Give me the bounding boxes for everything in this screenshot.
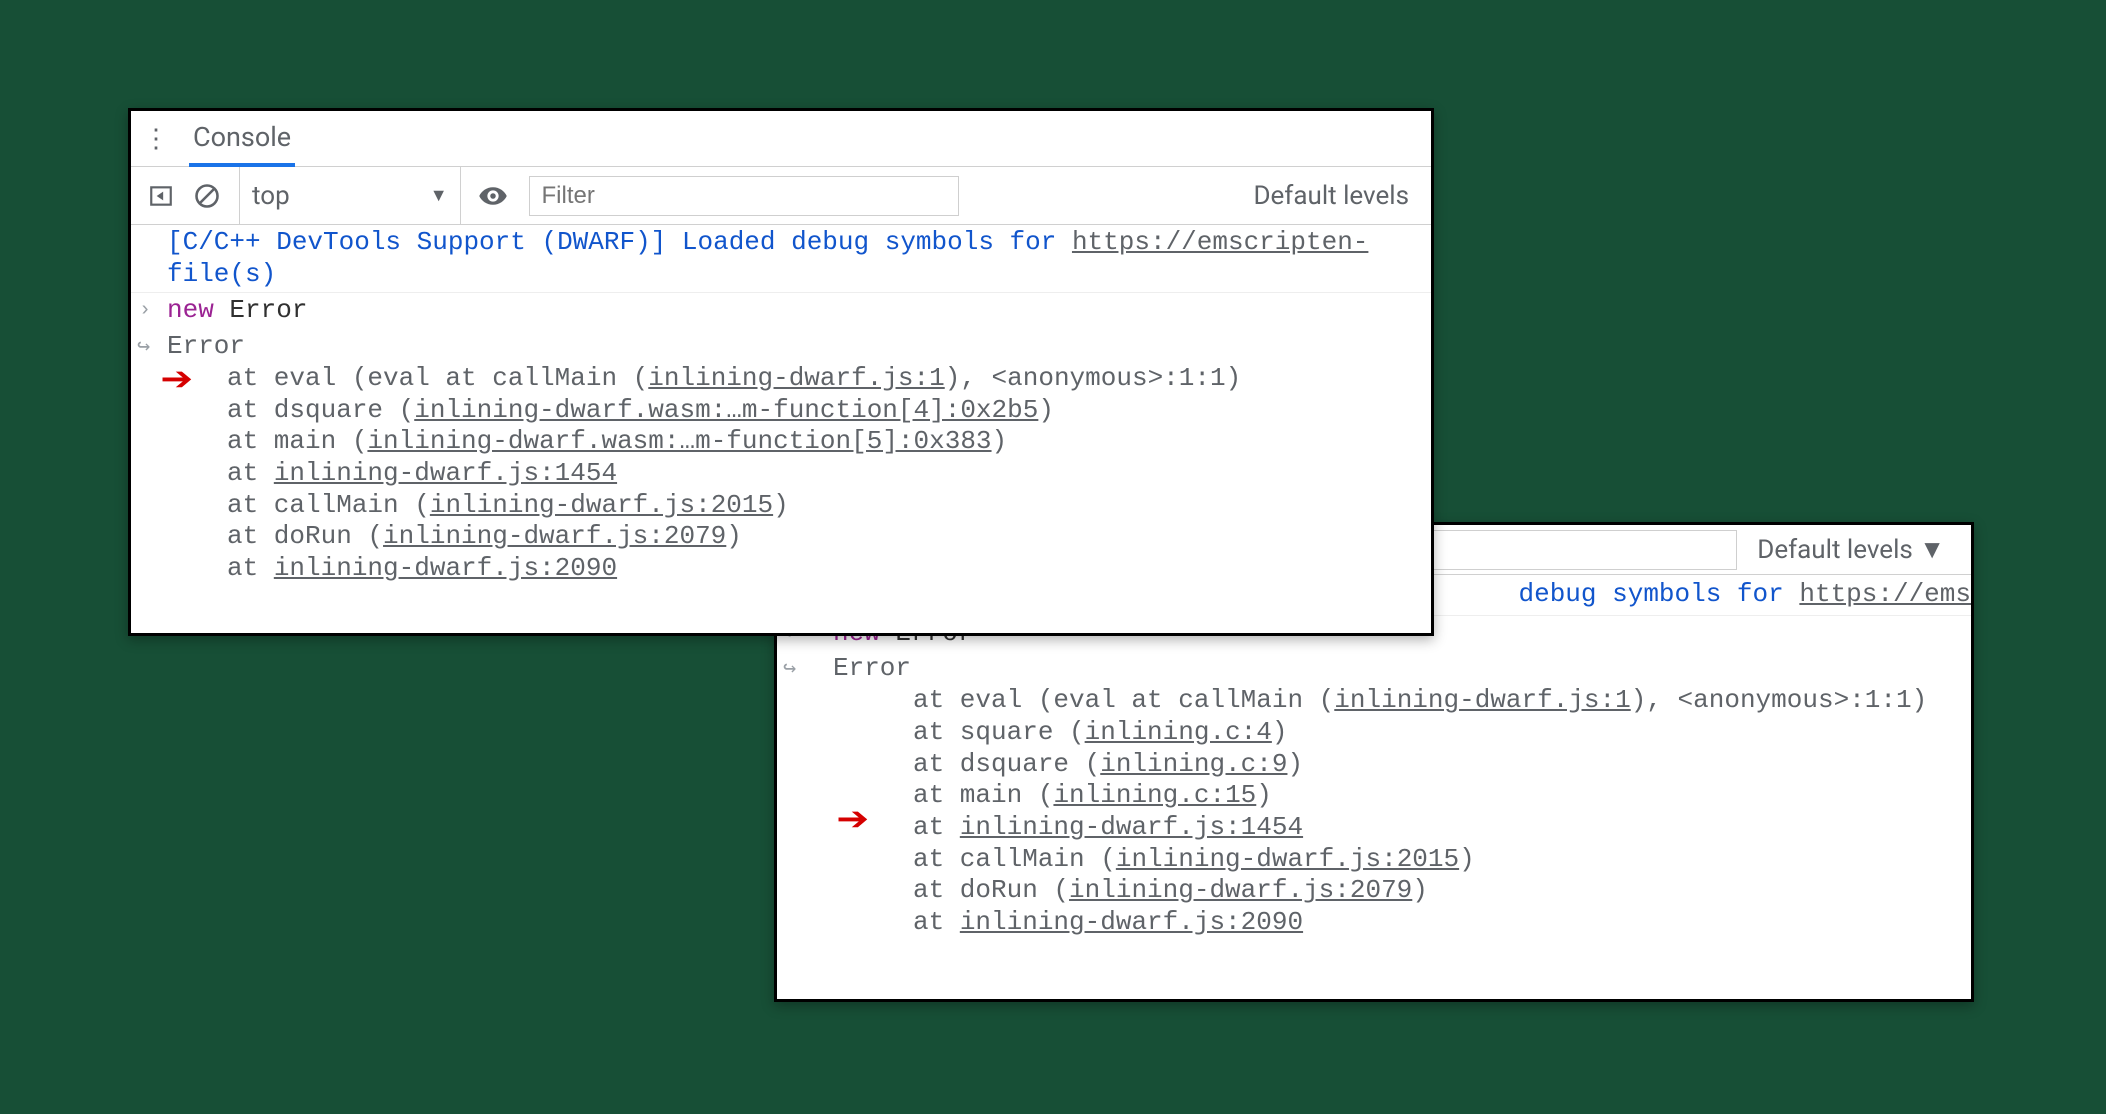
stack-text: at callMain ( (913, 844, 1116, 874)
stack-frame: at callMain (inlining-dwarf.js:2015) (167, 490, 1431, 522)
source-link[interactable]: inlining-dwarf.js:2015 (430, 490, 773, 520)
stack-frame: at doRun (inlining-dwarf.js:2079) (833, 875, 1971, 907)
source-link[interactable]: inlining-dwarf.js:1 (1334, 685, 1630, 715)
tab-console[interactable]: Console (189, 111, 295, 167)
stack-text: at dsquare ( (913, 749, 1100, 779)
stack-frame: at inlining-dwarf.js:1454 (833, 812, 1971, 844)
input-rest: Error (214, 295, 308, 325)
stack-text: at doRun ( (227, 521, 383, 551)
annotation-arrow-icon: ➔ (836, 799, 869, 845)
stack-text: at eval (eval at callMain ( (913, 685, 1334, 715)
source-link[interactable]: inlining.c:15 (1053, 780, 1256, 810)
stack-frame: at inlining-dwarf.js:2090 (833, 907, 1971, 939)
source-link[interactable]: inlining-dwarf.js:2090 (960, 907, 1303, 937)
info-message: [C/C++ DevTools Support (DWARF)] Loaded … (131, 225, 1431, 293)
console-messages: [C/C++ DevTools Support (DWARF)] Loaded … (131, 225, 1431, 587)
source-link[interactable]: inlining-dwarf.js:1 (648, 363, 944, 393)
annotation-arrow-icon: ➔ (160, 359, 193, 405)
source-link[interactable]: inlining-dwarf.js:1454 (274, 458, 617, 488)
stack-text: at main ( (913, 780, 1053, 810)
stack-text: at square ( (913, 717, 1085, 747)
log-levels-dropdown[interactable]: Default levels (1253, 181, 1421, 211)
stack-frame: at inlining-dwarf.js:2090 (167, 553, 1431, 585)
stack-frame: at square (inlining.c:4) (833, 717, 1971, 749)
log-levels-dropdown[interactable]: Default levels ▼ (1757, 534, 1957, 565)
context-label: top (252, 181, 290, 211)
stack-frame: at eval (eval at callMain (inlining-dwar… (167, 363, 1431, 395)
info-text: debug symbols for (1519, 579, 1800, 609)
stack-text: at (227, 458, 274, 488)
stack-frame: at dsquare (inlining-dwarf.wasm:…m-funct… (167, 395, 1431, 427)
stack-text: at eval (eval at callMain ( (227, 363, 648, 393)
stack-text: ) (726, 521, 742, 551)
stack-text: ) (1412, 875, 1428, 905)
info-link[interactable]: https://ems (1799, 579, 1971, 609)
stack-frame: at doRun (inlining-dwarf.js:2079) (167, 521, 1431, 553)
stack-text: ) (773, 490, 789, 520)
stack-frame: at main (inlining.c:15) (833, 780, 1971, 812)
stack-text: ), <anonymous>:1:1) (945, 363, 1241, 393)
console-output: ↩ Error at eval (eval at callMain (inlin… (777, 651, 1971, 938)
source-link[interactable]: inlining-dwarf.wasm:…m-function[4]:0x2b5 (414, 395, 1038, 425)
info-text: [C/C++ DevTools Support (DWARF)] Loaded … (167, 227, 1072, 257)
context-selector[interactable]: top ▼ (239, 167, 461, 224)
source-link[interactable]: inlining-dwarf.js:1454 (960, 812, 1303, 842)
stack-text: at (913, 907, 960, 937)
devtools-console-panel-before: ⋮ Console top ▼ Default levels [C/C++ De… (128, 108, 1434, 636)
source-link[interactable]: inlining-dwarf.js:2079 (1069, 875, 1412, 905)
source-link[interactable]: inlining.c:9 (1100, 749, 1287, 779)
output-return-icon: ↩ (783, 657, 796, 684)
show-sidebar-icon[interactable] (141, 176, 181, 216)
source-link[interactable]: inlining-dwarf.js:2015 (1116, 844, 1459, 874)
input-chevron-icon: › (139, 299, 151, 323)
source-link[interactable]: inlining-dwarf.js:2079 (383, 521, 726, 551)
stack-text: ), <anonymous>:1:1) (1631, 685, 1927, 715)
info-link[interactable]: https://emscripten- (1072, 227, 1368, 257)
stack-frame: at callMain (inlining-dwarf.js:2015) (833, 844, 1971, 876)
stack-text: ) (1287, 749, 1303, 779)
console-output: ↩ Error at eval (eval at callMain (inlin… (131, 329, 1431, 587)
tab-bar: ⋮ Console (131, 111, 1431, 167)
stack-text: ) (1038, 395, 1054, 425)
source-link[interactable]: inlining-dwarf.js:2090 (274, 553, 617, 583)
dropdown-triangle-icon: ▼ (430, 185, 448, 206)
source-link[interactable]: inlining-dwarf.wasm:…m-function[5]:0x383 (367, 426, 991, 456)
live-expression-eye-icon[interactable] (473, 176, 513, 216)
console-toolbar: top ▼ Default levels (131, 167, 1431, 225)
info-suffix: file(s) (167, 259, 276, 289)
stack-frame: at inlining-dwarf.js:1454 (167, 458, 1431, 490)
source-link[interactable]: inlining.c:4 (1085, 717, 1272, 747)
stack-text: ) (1256, 780, 1272, 810)
stack-text: at main ( (227, 426, 367, 456)
kebab-menu-icon[interactable]: ⋮ (141, 119, 171, 159)
stack-text: ) (992, 426, 1008, 456)
stack-frame: at dsquare (inlining.c:9) (833, 749, 1971, 781)
stack-text: at doRun ( (913, 875, 1069, 905)
stack-text: at (227, 553, 274, 583)
filter-input[interactable] (529, 176, 959, 216)
stack-text: at (913, 812, 960, 842)
stack-frame: at eval (eval at callMain (inlining-dwar… (833, 685, 1971, 717)
output-return-icon: ↩ (137, 335, 150, 362)
error-head: Error (833, 653, 911, 683)
stack-frame: at main (inlining-dwarf.wasm:…m-function… (167, 426, 1431, 458)
keyword-new: new (167, 295, 214, 325)
stack-text: at dsquare ( (227, 395, 414, 425)
stack-text: at callMain ( (227, 490, 430, 520)
clear-console-icon[interactable] (187, 176, 227, 216)
stack-text: ) (1459, 844, 1475, 874)
stack-text: ) (1272, 717, 1288, 747)
console-input-echo: › new Error (131, 293, 1431, 329)
